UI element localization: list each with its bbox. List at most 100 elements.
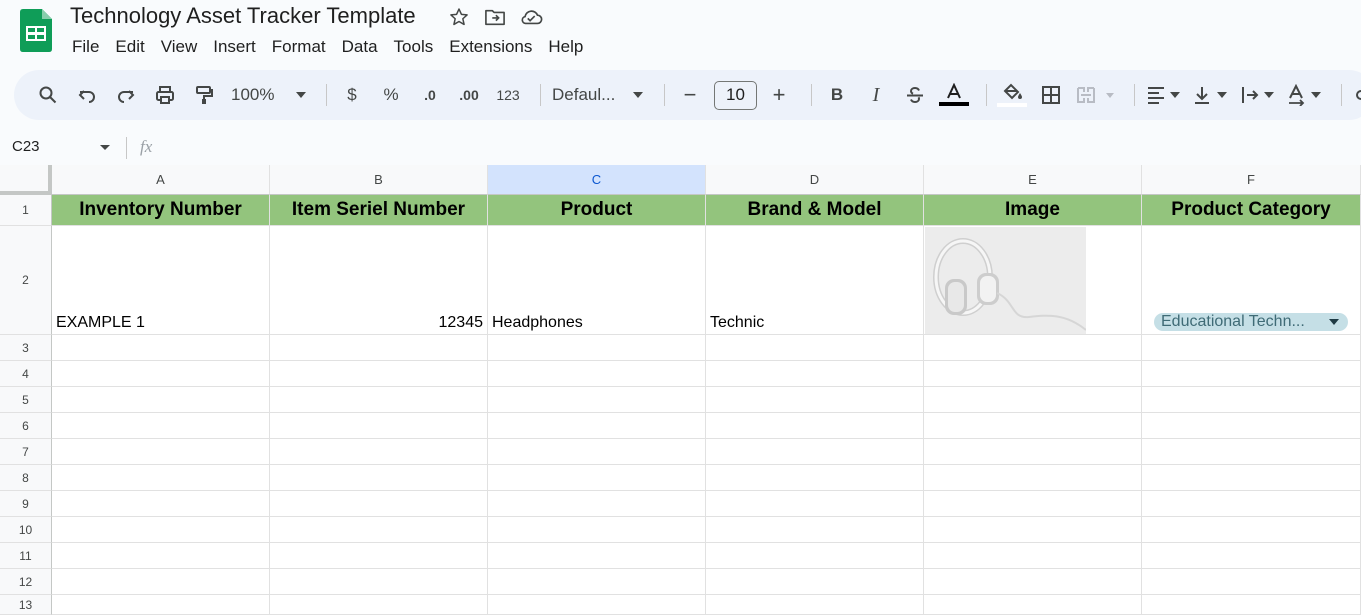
cell-d10[interactable] [706, 517, 924, 543]
paint-format-icon[interactable] [188, 79, 220, 111]
cell-c10[interactable] [488, 517, 706, 543]
cell-d4[interactable] [706, 361, 924, 387]
row-header-2[interactable]: 2 [0, 226, 52, 335]
cell-c8[interactable] [488, 465, 706, 491]
font-size-input[interactable]: 10 [714, 80, 757, 110]
cell-d7[interactable] [706, 439, 924, 465]
cell-f13[interactable] [1142, 595, 1361, 615]
cell-d6[interactable] [706, 413, 924, 439]
cell-c13[interactable] [488, 595, 706, 615]
font-select[interactable]: Defaul... [550, 79, 655, 111]
cell-product[interactable]: Headphones [488, 226, 706, 335]
menu-view[interactable]: View [153, 34, 206, 60]
select-all-corner[interactable] [0, 165, 52, 195]
cell-e6[interactable] [924, 413, 1142, 439]
menu-data[interactable]: Data [334, 34, 386, 60]
cell-image[interactable] [924, 226, 1142, 335]
cell-a8[interactable] [52, 465, 270, 491]
menu-format[interactable]: Format [264, 34, 334, 60]
decrease-font-size-button[interactable]: − [674, 79, 706, 111]
cell-f11[interactable] [1142, 543, 1361, 569]
column-header-f[interactable]: F [1142, 165, 1361, 195]
column-header-b[interactable]: B [270, 165, 488, 195]
cell-b7[interactable] [270, 439, 488, 465]
text-color-icon[interactable] [938, 79, 970, 111]
cell-b12[interactable] [270, 569, 488, 595]
percent-format-button[interactable]: % [375, 79, 407, 111]
row-header-8[interactable]: 8 [0, 465, 52, 491]
cell-e7[interactable] [924, 439, 1142, 465]
cell-e11[interactable] [924, 543, 1142, 569]
cell-e8[interactable] [924, 465, 1142, 491]
insert-link-icon[interactable] [1351, 79, 1361, 111]
vertical-align-icon[interactable] [1191, 79, 1231, 111]
cell-e13[interactable] [924, 595, 1142, 615]
name-box[interactable]: C23 [12, 138, 40, 155]
zoom-select[interactable]: 100% [227, 79, 317, 111]
borders-icon[interactable] [1035, 79, 1067, 111]
strikethrough-icon[interactable] [899, 79, 931, 111]
header-cell-item-serial-number[interactable]: Item Seriel Number [270, 195, 488, 226]
row-header-5[interactable]: 5 [0, 387, 52, 413]
cell-c6[interactable] [488, 413, 706, 439]
cell-b6[interactable] [270, 413, 488, 439]
fill-color-icon[interactable] [996, 79, 1028, 111]
sheets-logo-icon[interactable] [20, 9, 52, 52]
cell-f10[interactable] [1142, 517, 1361, 543]
row-header-7[interactable]: 7 [0, 439, 52, 465]
cell-a3[interactable] [52, 335, 270, 361]
cell-product-category[interactable]: Educational Techn... [1142, 226, 1361, 335]
cell-d3[interactable] [706, 335, 924, 361]
menu-help[interactable]: Help [540, 34, 591, 60]
cell-b10[interactable] [270, 517, 488, 543]
cloud-saved-icon[interactable] [519, 6, 543, 28]
cell-c4[interactable] [488, 361, 706, 387]
cell-d13[interactable] [706, 595, 924, 615]
row-header-13[interactable]: 13 [0, 595, 52, 615]
cell-e5[interactable] [924, 387, 1142, 413]
menu-insert[interactable]: Insert [205, 34, 264, 60]
cell-f3[interactable] [1142, 335, 1361, 361]
cell-f7[interactable] [1142, 439, 1361, 465]
cell-b11[interactable] [270, 543, 488, 569]
cell-c12[interactable] [488, 569, 706, 595]
cell-f12[interactable] [1142, 569, 1361, 595]
number-format-button[interactable]: 123 [492, 79, 524, 111]
menu-edit[interactable]: Edit [107, 34, 152, 60]
menu-file[interactable]: File [64, 34, 107, 60]
cell-f6[interactable] [1142, 413, 1361, 439]
currency-format-button[interactable]: $ [336, 79, 368, 111]
column-header-d[interactable]: D [706, 165, 924, 195]
cell-b8[interactable] [270, 465, 488, 491]
cell-f5[interactable] [1142, 387, 1361, 413]
cell-b4[interactable] [270, 361, 488, 387]
cell-a4[interactable] [52, 361, 270, 387]
cell-inventory-number[interactable]: EXAMPLE 1 [52, 226, 270, 335]
cell-d11[interactable] [706, 543, 924, 569]
cell-e3[interactable] [924, 335, 1142, 361]
cell-serial-number[interactable]: 12345 [270, 226, 488, 335]
row-header-9[interactable]: 9 [0, 491, 52, 517]
cell-e12[interactable] [924, 569, 1142, 595]
row-header-4[interactable]: 4 [0, 361, 52, 387]
cell-d9[interactable] [706, 491, 924, 517]
cell-f9[interactable] [1142, 491, 1361, 517]
cell-e10[interactable] [924, 517, 1142, 543]
row-header-11[interactable]: 11 [0, 543, 52, 569]
cell-d5[interactable] [706, 387, 924, 413]
menu-extensions[interactable]: Extensions [441, 34, 540, 60]
document-title[interactable]: Technology Asset Tracker Template [70, 3, 416, 29]
cell-a5[interactable] [52, 387, 270, 413]
row-header-12[interactable]: 12 [0, 569, 52, 595]
row-header-6[interactable]: 6 [0, 413, 52, 439]
header-cell-product[interactable]: Product [488, 195, 706, 226]
menu-tools[interactable]: Tools [386, 34, 442, 60]
merge-cells-icon[interactable] [1074, 79, 1118, 111]
cell-a12[interactable] [52, 569, 270, 595]
search-menus-icon[interactable] [32, 79, 64, 111]
star-icon[interactable] [447, 6, 471, 28]
horizontal-align-icon[interactable] [1144, 79, 1184, 111]
cell-e4[interactable] [924, 361, 1142, 387]
row-header-3[interactable]: 3 [0, 335, 52, 361]
cell-c5[interactable] [488, 387, 706, 413]
